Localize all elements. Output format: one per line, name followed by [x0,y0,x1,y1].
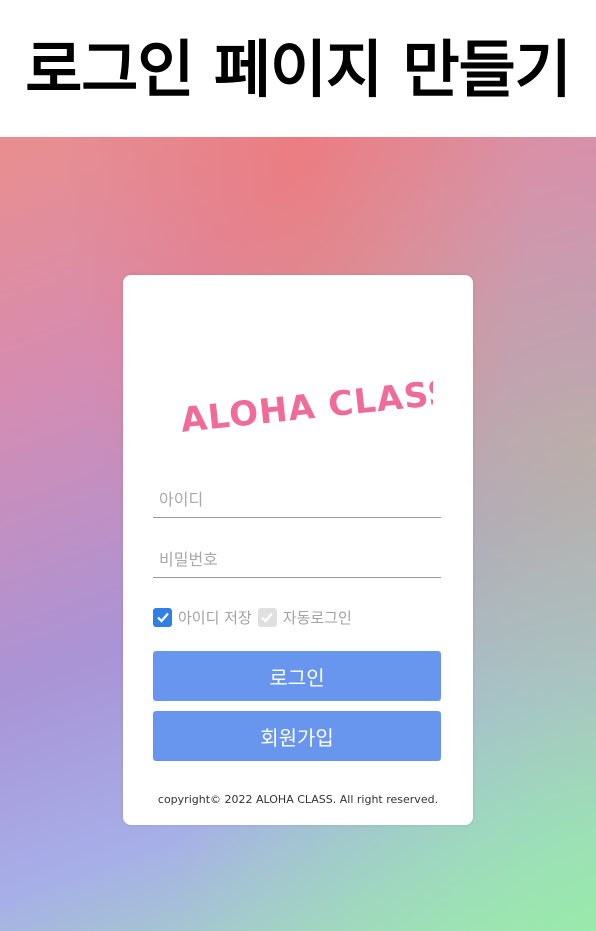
aloha-class-logo: ALOHA CLASS [179,372,433,440]
password-input[interactable] [153,541,441,577]
gradient-background: ALOHA CLASS 아이디 저장 [0,137,596,931]
save-id-option[interactable]: 아이디 저장 [153,607,252,628]
id-input[interactable] [153,481,441,517]
save-id-label: 아이디 저장 [178,608,252,627]
logo-text: ALOHA CLASS [179,372,433,440]
auto-login-option[interactable]: 자동로그인 [257,607,352,628]
checkmark-icon [156,612,169,623]
signup-button[interactable]: 회원가입 [153,711,441,761]
save-id-checkbox[interactable] [153,607,172,627]
id-field[interactable] [153,481,441,518]
login-options: 아이디 저장 자동로그인 [153,606,358,628]
page-title: 로그인 페이지 만들기 [25,32,572,106]
password-field[interactable] [153,541,441,578]
login-card: ALOHA CLASS 아이디 저장 [123,275,473,825]
auto-login-label: 자동로그인 [282,608,352,627]
checkmark-icon [261,612,274,623]
login-button[interactable]: 로그인 [153,651,441,701]
page-header: 로그인 페이지 만들기 [0,0,596,137]
auto-login-checkbox[interactable] [257,607,277,627]
copyright-text: copyright© 2022 ALOHA CLASS. All right r… [157,793,439,806]
